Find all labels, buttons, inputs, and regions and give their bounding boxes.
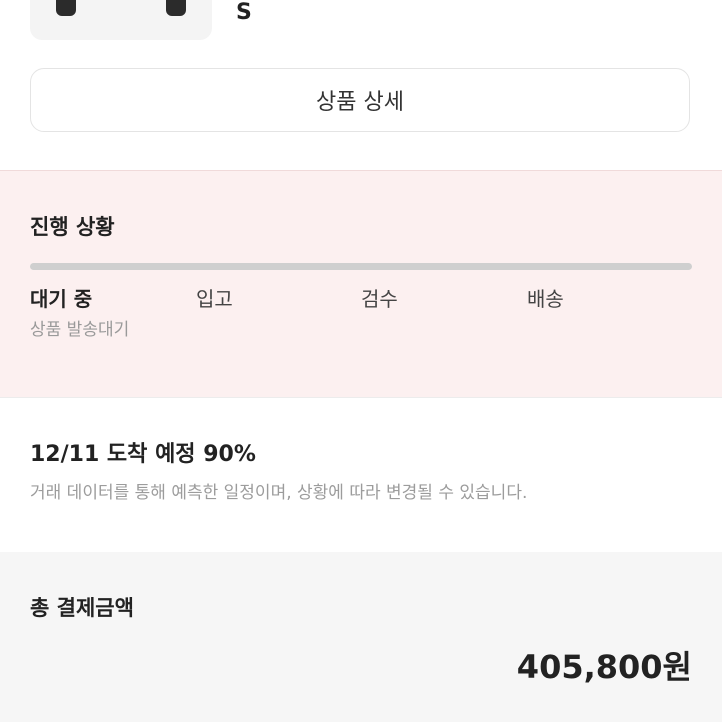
eta-title: 12/11 도착 예정 90% xyxy=(30,442,256,467)
step-shipping: 배송 xyxy=(527,287,564,311)
product-image-part-right xyxy=(166,0,186,16)
progress-bar xyxy=(30,263,692,270)
step-inspection: 검수 xyxy=(361,287,398,311)
payment-label: 총 결제금액 xyxy=(30,596,134,620)
product-image-part-left xyxy=(56,0,76,16)
progress-bar-fill xyxy=(30,263,692,270)
eta-description: 거래 데이터를 통해 예측한 일정이며, 상황에 따라 변경될 수 있습니다. xyxy=(30,483,528,503)
progress-title: 진행 상황 xyxy=(30,215,115,239)
payment-amount: 405,800원 xyxy=(516,648,692,686)
product-detail-button[interactable]: 상품 상세 xyxy=(30,68,690,132)
step-waiting: 대기 중 xyxy=(30,287,93,311)
product-size: S xyxy=(236,0,252,25)
payment-section: 총 결제금액 405,800원 xyxy=(0,552,722,722)
step-warehousing: 입고 xyxy=(196,287,233,311)
progress-section: 진행 상황 대기 중 입고 검수 배송 상품 발송대기 xyxy=(0,170,722,398)
current-status-text: 상품 발송대기 xyxy=(30,320,130,340)
product-thumbnail xyxy=(30,0,212,40)
